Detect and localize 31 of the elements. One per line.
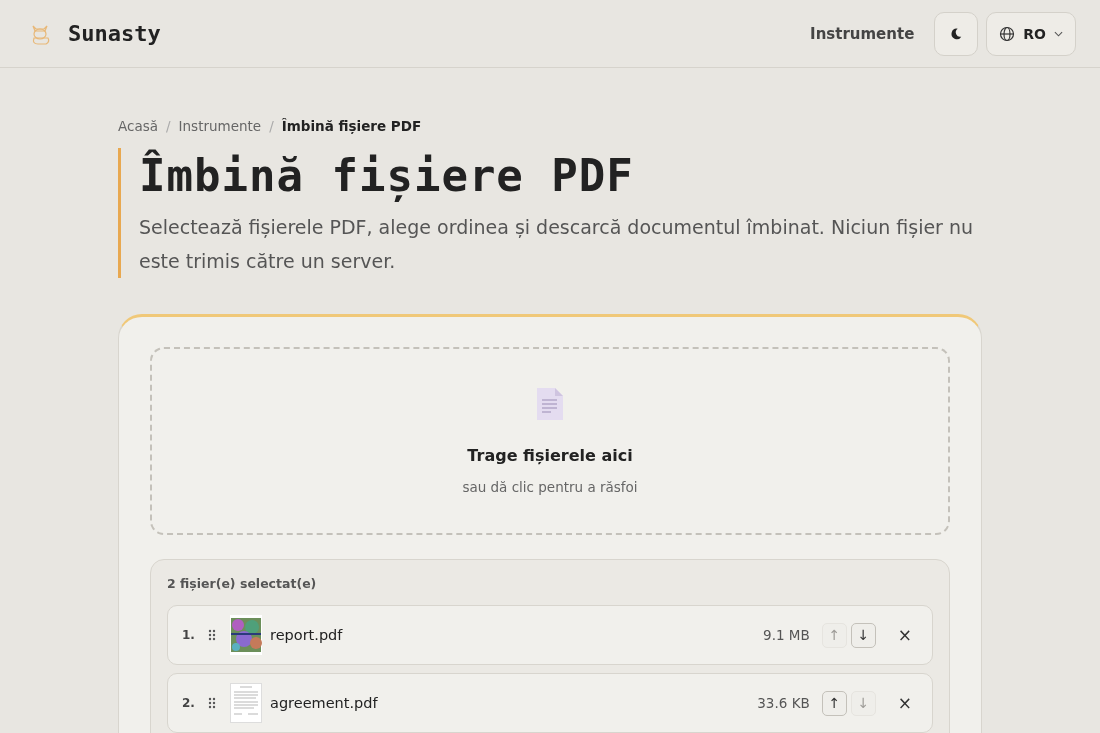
- drag-handle-icon[interactable]: [208, 629, 216, 641]
- breadcrumb-link[interactable]: Instrumente: [178, 118, 262, 134]
- dropzone-title: Trage fișierele aici: [467, 445, 633, 465]
- dropzone-subtitle: sau dă clic pentru a răsfoi: [462, 478, 638, 495]
- move-up-button[interactable]: ↑: [821, 690, 847, 716]
- remove-button[interactable]: ×: [891, 625, 918, 645]
- page-title: Îmbină fișiere PDF: [139, 148, 635, 204]
- breadcrumb-link[interactable]: Acasă: [118, 118, 158, 134]
- globe-icon: [999, 25, 1016, 42]
- breadcrumb-separator: /: [269, 118, 274, 134]
- theme-toggle-button[interactable]: [934, 11, 979, 56]
- document-icon: [537, 387, 563, 420]
- file-name: report.pdf: [270, 627, 344, 643]
- file-index: 2.: [182, 696, 196, 710]
- remove-button[interactable]: ×: [891, 693, 918, 713]
- language-button[interactable]: RO: [986, 11, 1076, 56]
- current-page-label: Îmbină fișiere PDF: [281, 118, 422, 134]
- document-thumbnail-icon: [230, 683, 262, 723]
- nav-link[interactable]: Instrumente: [810, 24, 915, 43]
- file-index: 1.: [182, 628, 196, 642]
- brand-name: Sunasty: [68, 21, 161, 46]
- dropzone[interactable]: Trage fișierele aici sau dă clic pentru a răsfoi: [150, 347, 950, 535]
- file-size: 9.1 MB: [763, 627, 810, 643]
- breadcrumb-separator: /: [166, 118, 171, 134]
- file-name: agreement.pdf: [270, 695, 379, 711]
- file-size: 33.6 KB: [757, 695, 810, 711]
- file-count: 2 fișier(e) selectat(e): [167, 576, 318, 591]
- drag-handle-icon[interactable]: [208, 697, 216, 709]
- page-description: Selectează fișierele PDF, alege ordinea și descarcă documentul îmbinat. Niciun fișier nu este trimis către un server.: [139, 215, 975, 274]
- move-down-button[interactable]: ↓: [850, 622, 876, 648]
- chevron-down-icon: [1054, 30, 1063, 37]
